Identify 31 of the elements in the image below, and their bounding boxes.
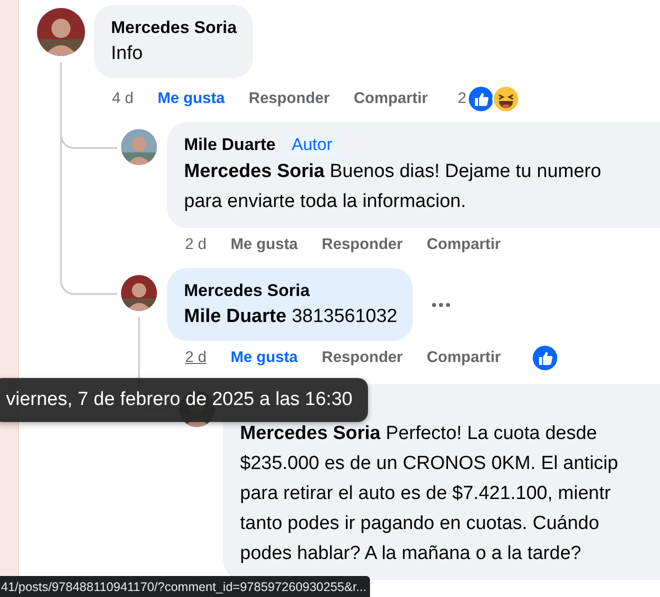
avatar[interactable]: [37, 8, 85, 56]
comment-text: Mercedes Soria Perfecto! La cuota desde $235.000 es de un CRONOS 0KM. El anticip para retirar el auto es de $7.421.100, mientr tanto podes ir pagando en cuotas. Cuándo podes hablar? A la mañana o a la tarde?: [240, 422, 620, 566]
like-link[interactable]: Me gusta: [230, 236, 298, 254]
share-link[interactable]: Compartir: [354, 90, 428, 108]
share-link[interactable]: Compartir: [426, 349, 501, 367]
comment-text: Mile Duarte 3813561032: [184, 305, 398, 329]
status-bar-url: 41/posts/978488110941170/?comment_id=978597260930255&r...: [0, 576, 370, 597]
reply-link[interactable]: Responder: [322, 349, 403, 367]
date-tooltip: viernes, 7 de febrero de 2025 a las 16:30: [0, 378, 368, 422]
avatar[interactable]: [121, 275, 157, 311]
like-link[interactable]: Me gusta: [230, 349, 298, 367]
author-name[interactable]: Mercedes Soria: [184, 281, 310, 301]
comment-text: Mercedes Soria Buenos dias! Dejame tu numero para enviarte toda la informacion.: [184, 160, 602, 214]
more-options-icon[interactable]: [431, 302, 452, 308]
author-badge: Autor: [286, 134, 338, 156]
like-link[interactable]: Me gusta: [158, 90, 225, 108]
author-name[interactable]: Mile Duarte: [184, 135, 276, 155]
like-reaction-icon[interactable]: [467, 85, 496, 113]
thread-connector: [60, 256, 117, 295]
comment-time[interactable]: 2 d: [185, 349, 207, 367]
reply-link[interactable]: Responder: [322, 236, 403, 254]
like-reaction-icon[interactable]: [530, 344, 559, 372]
comment-text: Info: [111, 42, 144, 66]
reaction-count[interactable]: 2: [458, 90, 466, 108]
laughing-face-icon[interactable]: [492, 85, 520, 113]
comment-time[interactable]: 2 d: [185, 236, 207, 254]
comment-time[interactable]: 4 d: [112, 90, 134, 108]
reply-link[interactable]: Responder: [248, 90, 330, 108]
share-link[interactable]: Compartir: [426, 236, 501, 254]
author-name[interactable]: Mercedes Soria: [111, 18, 237, 38]
avatar[interactable]: [121, 129, 157, 165]
